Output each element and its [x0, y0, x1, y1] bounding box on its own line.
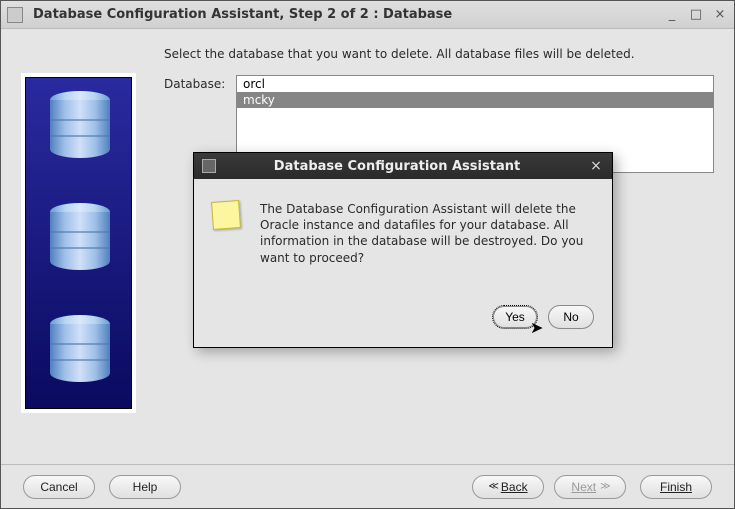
- confirm-dialog: Database Configuration Assistant × The D…: [193, 152, 613, 348]
- app-icon: [7, 7, 23, 23]
- next-button: Next ≫: [554, 475, 626, 499]
- dialog-titlebar: Database Configuration Assistant ×: [194, 153, 612, 179]
- dialog-message: The Database Configuration Assistant wil…: [260, 201, 594, 295]
- cancel-button[interactable]: Cancel: [23, 475, 95, 499]
- wizard-graphic: [21, 73, 136, 413]
- dialog-icon: [202, 159, 216, 173]
- finish-button[interactable]: Finish: [640, 475, 712, 499]
- chevron-left-icon: ≪: [488, 481, 496, 492]
- chevron-right-icon: ≫: [600, 481, 608, 492]
- dialog-close-button[interactable]: ×: [588, 158, 604, 174]
- maximize-button[interactable]: □: [688, 7, 704, 23]
- wizard-footer: Cancel Help ≪ Back Next ≫ Finish: [1, 464, 734, 508]
- window-controls: _ □ ×: [664, 7, 728, 23]
- list-item[interactable]: mcky: [237, 92, 713, 108]
- list-item[interactable]: orcl: [237, 76, 713, 92]
- yes-button[interactable]: Yes: [492, 305, 538, 329]
- database-label: Database:: [164, 75, 236, 91]
- window-title: Database Configuration Assistant, Step 2…: [33, 7, 664, 22]
- help-button[interactable]: Help: [109, 475, 181, 499]
- instruction-text: Select the database that you want to del…: [164, 47, 714, 61]
- close-button[interactable]: ×: [712, 7, 728, 23]
- minimize-button[interactable]: _: [664, 7, 680, 23]
- dialog-title: Database Configuration Assistant: [226, 159, 588, 174]
- titlebar: Database Configuration Assistant, Step 2…: [1, 1, 734, 29]
- note-icon: [211, 200, 241, 230]
- no-button[interactable]: No: [548, 305, 594, 329]
- back-button[interactable]: ≪ Back: [472, 475, 544, 499]
